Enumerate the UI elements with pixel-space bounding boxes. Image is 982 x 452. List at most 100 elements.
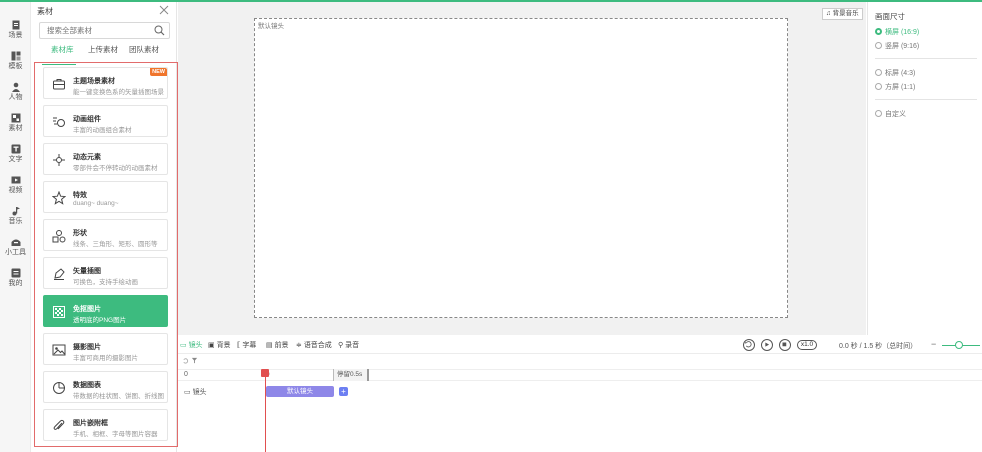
card-dynamic[interactable]: 动态元素 零部件会不停转动的动画素材 <box>43 143 168 175</box>
nav-item-scene[interactable]: 场景 <box>0 18 31 46</box>
radio-standard[interactable]: 标屏 (4:3) <box>875 68 915 78</box>
tab-library[interactable]: 素材库 <box>51 44 74 55</box>
radio-custom[interactable]: 自定义 <box>875 109 906 119</box>
card-title: 动画组件 <box>73 116 101 123</box>
png-icon <box>53 306 65 318</box>
settings-title: 画面尺寸 <box>875 12 905 21</box>
bgm-button[interactable]: ♫ 背景音乐 <box>822 8 863 20</box>
card-effect[interactable]: 特效 duang~ duang~ <box>43 181 168 213</box>
stop-button[interactable] <box>779 339 791 351</box>
zoom-slider-knob[interactable] <box>955 341 963 349</box>
animation-icon <box>53 117 65 127</box>
music-icon <box>12 207 20 216</box>
card-photo[interactable]: 摄影图片 丰富可商用的摄影图片 <box>43 333 168 365</box>
nav-item-video[interactable]: 视频 <box>0 173 31 201</box>
tool-foreground[interactable]: ▤ 前景 <box>266 340 289 350</box>
card-png[interactable]: 免抠图片 透明底的PNG图片 <box>43 295 168 327</box>
tool-shot[interactable]: ▭ 镜头 <box>180 340 203 350</box>
timeline-edit-icons <box>182 357 198 366</box>
nav-label: 小工具 <box>5 249 26 256</box>
scene-icon <box>12 20 19 30</box>
card-animation[interactable]: 动画组件 丰富的动画组合素材 <box>43 105 168 137</box>
tool-tts[interactable]: ≑ 语音合成 <box>296 340 332 350</box>
card-title: 摄影图片 <box>73 344 101 351</box>
divider <box>875 99 977 100</box>
add-shot-button[interactable]: + <box>339 387 348 396</box>
card-desc: 带数据的柱状图、饼图、折线图 <box>73 393 164 400</box>
shape-icon <box>52 230 66 243</box>
canvas[interactable]: 默认镜头 <box>254 18 788 318</box>
tool-label: 语音合成 <box>303 342 332 349</box>
card-title: 特效 <box>73 192 87 199</box>
radio-landscape[interactable]: 横屏 (16:9) <box>875 27 919 37</box>
radio-label: 竖屏 (9:16) <box>885 43 920 50</box>
tools-icon <box>11 239 20 246</box>
card-desc: 透明底的PNG图片 <box>73 317 127 324</box>
card-desc: 能一键变换色系的矢量插图场景 <box>73 89 164 96</box>
tool-background[interactable]: ▣ 背景 <box>208 340 231 350</box>
bag-icon <box>53 79 65 90</box>
stay-duration[interactable]: 停留0.5s <box>333 369 369 381</box>
undo-icon[interactable] <box>182 357 189 364</box>
card-title: 数据图表 <box>73 382 101 389</box>
tool-label: 字幕 <box>242 342 257 349</box>
play-button[interactable] <box>761 339 773 351</box>
card-desc: 手机、相框、字母等图片容器 <box>73 431 158 438</box>
card-title: 矢量插图 <box>73 268 101 275</box>
tool-record[interactable]: ⚲ 录音 <box>338 340 359 350</box>
nav-label: 音乐 <box>8 218 23 225</box>
nav-item-music[interactable]: 音乐 <box>0 204 31 232</box>
tool-label: 前景 <box>274 342 289 349</box>
new-badge: NEW <box>150 68 167 76</box>
radio-portrait[interactable]: 竖屏 (9:16) <box>875 41 919 51</box>
card-vector[interactable]: 矢量插图 可换色，支持手绘动画 <box>43 257 168 289</box>
tab-upload[interactable]: 上传素材 <box>88 44 118 55</box>
nav-label: 我的 <box>8 280 23 287</box>
playhead-handle[interactable] <box>261 369 269 377</box>
nav-item-text[interactable]: 文字 <box>0 142 31 170</box>
text-icon <box>11 144 20 154</box>
shot-clip[interactable]: 默认镜头 <box>266 386 334 397</box>
zoom-out-button[interactable]: − <box>931 339 936 349</box>
nav-item-template[interactable]: 模板 <box>0 49 31 77</box>
card-chart[interactable]: 数据图表 带数据的柱状图、饼图、折线图 <box>43 371 168 403</box>
tool-label: 录音 <box>345 342 360 349</box>
timeline-ruler: 0 0 <box>178 369 982 381</box>
timeline-toolbar: ▭ 镜头 ▣ 背景 ⟦ 字幕 ▤ 前景 ≑ 语音合成 ⚲ 录音 x1.0 0.0… <box>178 337 982 354</box>
search-input[interactable] <box>40 23 148 38</box>
filter-icon[interactable] <box>191 357 198 364</box>
mine-icon <box>11 268 20 278</box>
card-title: 动态元素 <box>73 154 101 161</box>
radio-square[interactable]: 方屏 (1:1) <box>875 82 915 92</box>
speed-button[interactable]: x1.0 <box>797 340 817 350</box>
close-icon[interactable] <box>158 4 170 16</box>
radio-dot <box>875 69 882 76</box>
search-box <box>39 22 170 39</box>
nav-item-person[interactable]: 人物 <box>0 80 31 108</box>
search-icon[interactable] <box>154 25 165 36</box>
card-shape[interactable]: 形状 线条、三角形、矩形、圆形等 <box>43 219 168 251</box>
tool-label: 镜头 <box>188 342 203 349</box>
tab-team[interactable]: 团队素材 <box>129 44 159 55</box>
size-settings: 画面尺寸 横屏 (16:9) 竖屏 (9:16) 标屏 (4:3) 方屏 (1:… <box>867 2 982 335</box>
nav-label: 模板 <box>8 63 23 70</box>
vector-icon <box>54 268 65 280</box>
video-icon <box>11 176 20 184</box>
left-nav: 场景 模板 人物 素材 文字 视频 音乐 小工具 我的 <box>0 2 31 452</box>
card-theme-scene[interactable]: 主题场景素材 能一键变换色系的矢量插图场景 NEW <box>43 67 168 99</box>
nav-item-tools[interactable]: 小工具 <box>0 235 31 263</box>
card-desc: 可换色，支持手绘动画 <box>73 279 138 286</box>
nav-item-mine[interactable]: 我的 <box>0 266 31 294</box>
radio-dot <box>875 42 882 49</box>
playhead-line[interactable] <box>265 372 266 452</box>
dynamic-icon <box>53 154 65 166</box>
radio-label: 自定义 <box>885 111 906 118</box>
ruler-corner: 0 <box>184 371 188 378</box>
tool-subtitle[interactable]: ⟦ 字幕 <box>237 340 256 350</box>
card-frame[interactable]: 图片嵌附框 手机、相框、字母等图片容器 <box>43 409 168 441</box>
rewind-button[interactable] <box>743 339 755 351</box>
person-icon <box>11 82 20 92</box>
material-icon <box>11 113 20 123</box>
nav-item-material[interactable]: 素材 <box>0 111 31 139</box>
card-desc: 丰富的动画组合素材 <box>73 127 132 134</box>
